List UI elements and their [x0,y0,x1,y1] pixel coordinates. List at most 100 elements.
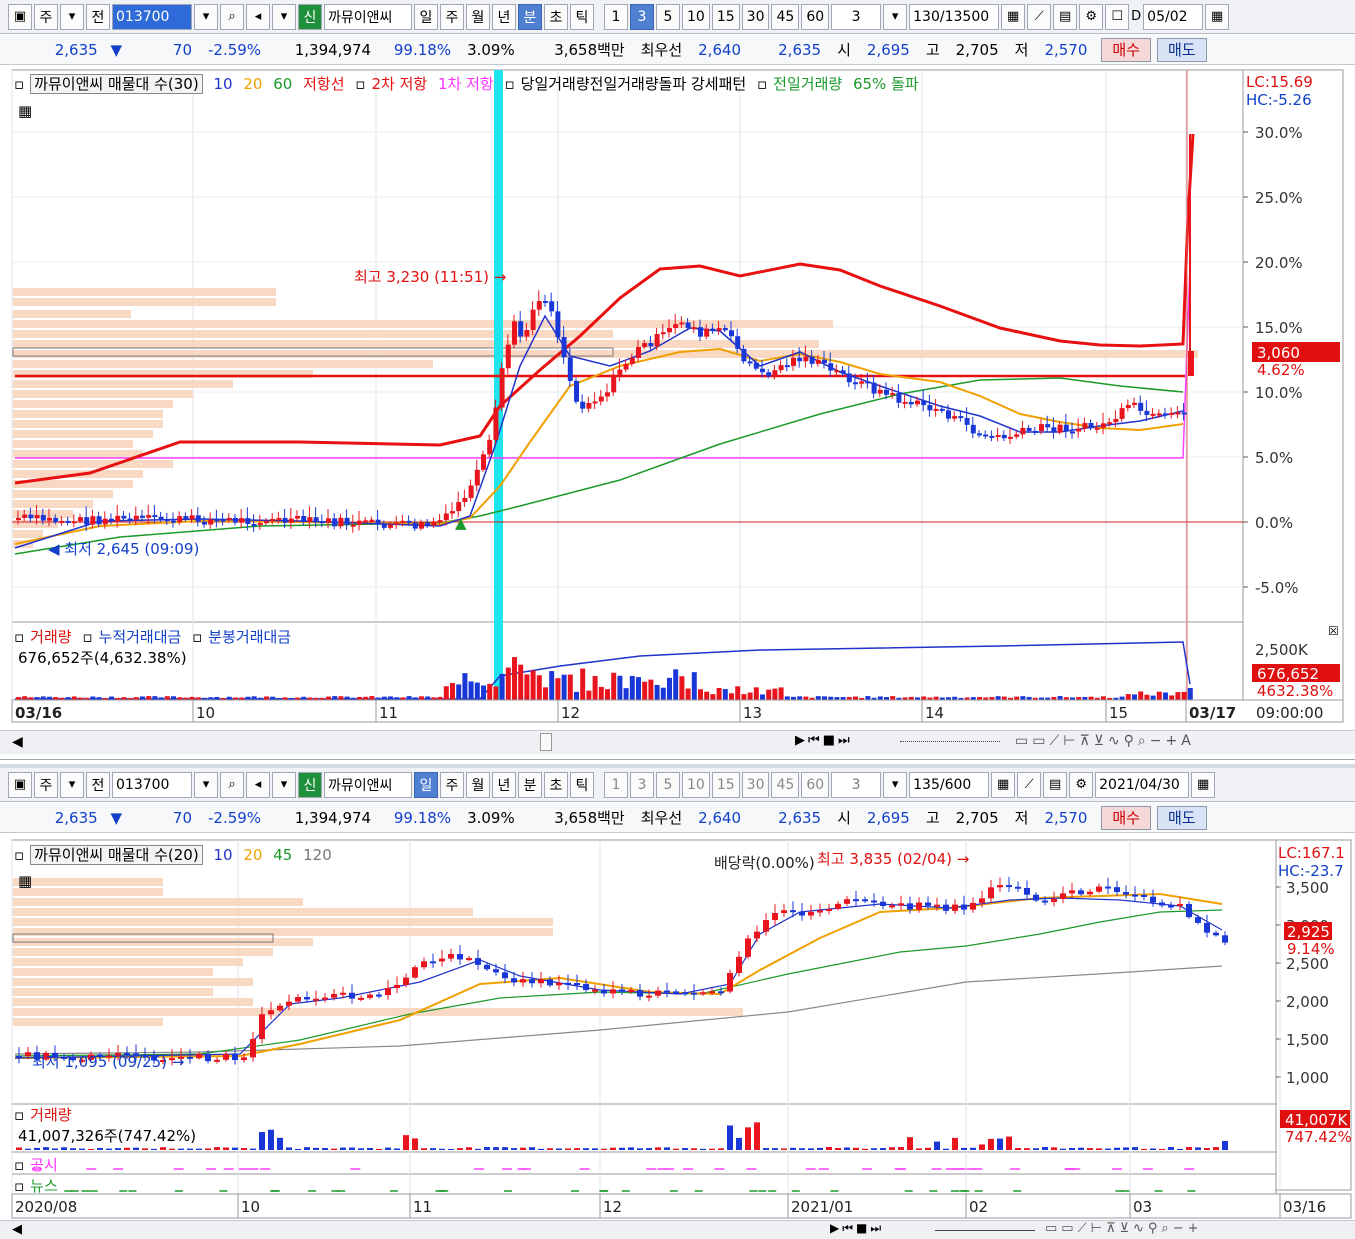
rewind-icon[interactable]: ⏮ [842,1221,853,1236]
prev-button[interactable]: 전 [86,771,110,798]
interval-button-3[interactable]: 10 [682,3,710,30]
interval-button-4[interactable]: 15 [711,771,740,798]
interval-button-1[interactable]: 3 [630,3,654,30]
play-icon[interactable]: ▶ [830,1221,839,1236]
table-icon[interactable]: ▦ [18,102,32,120]
volume-ratio: 99.18% [393,40,452,59]
candle-body-30 [286,1001,292,1006]
period-tab-1[interactable]: 주 [440,3,464,30]
interval-button-7[interactable]: 60 [801,3,830,30]
chevron-down-icon[interactable]: ▾ [272,771,296,798]
code-type-select[interactable]: 주 [34,3,58,30]
table-icon[interactable]: ▦ [18,872,32,890]
search-icon[interactable]: ⌕ [220,771,244,798]
period-tab-0[interactable]: 일 [414,771,438,798]
drawing-tools[interactable]: ▭▭⟋⊢⊼⊻∿⚲⌕−+ [1045,1221,1203,1236]
interval-button-0[interactable]: 1 [604,3,628,30]
date-input[interactable]: 2021/04/30 [1095,771,1190,798]
speaker-icon[interactable]: ◂ [246,771,270,798]
interval-button-6[interactable]: 45 [771,3,800,30]
low-label: 저 [1014,809,1029,827]
close-icon[interactable]: ☒ [1328,624,1339,638]
chevron-down-icon[interactable]: ▾ [60,3,84,30]
period-tab-2[interactable]: 월 [466,3,490,30]
interval-button-2[interactable]: 5 [656,3,680,30]
save-icon[interactable]: ▤ [1043,771,1068,798]
period-tab-4[interactable]: 분 [518,3,542,30]
calendar-icon[interactable]: ▦ [1191,771,1216,798]
gear-icon[interactable]: ⚙ [1079,3,1104,30]
chevron-down-icon[interactable]: ▾ [194,3,218,30]
interval-button-5[interactable]: 30 [741,771,770,798]
candle-body-79 [727,972,733,992]
candle-body-76 [700,992,706,995]
save-icon[interactable]: ▤ [1053,3,1078,30]
play-icon[interactable]: ▶ [795,733,805,748]
interval-button-0[interactable]: 1 [604,771,628,798]
grid-icon[interactable]: ▦ [991,771,1016,798]
grid-icon[interactable]: ▦ [1001,3,1026,30]
window-icon[interactable]: ▣ [8,3,32,30]
period-tab-4[interactable]: 분 [518,771,542,798]
period-tab-5[interactable]: 초 [544,771,568,798]
legend-title[interactable]: 까뮤이앤씨 매물대 수(20) [30,845,203,865]
period-tab-1[interactable]: 주 [440,771,464,798]
buy-button[interactable]: 매수 [1101,37,1151,62]
period-tab-6[interactable]: 틱 [570,771,594,798]
period-tab-2[interactable]: 월 [466,771,490,798]
interval-button-1[interactable]: 3 [630,771,654,798]
stock-code-input[interactable]: 013700 [112,771,192,798]
interval-button-5[interactable]: 30 [741,3,770,30]
calendar-icon[interactable]: ▦ [1205,3,1230,30]
forward-icon[interactable]: ⏭ [870,1221,881,1236]
interval-buttons: 1 3 5 10 15 30 45 60 [604,771,830,798]
prev-button[interactable]: 전 [86,3,110,30]
interval-input[interactable]: 3 [831,771,882,798]
drawing-tools[interactable]: ▭▭⟋⊢⊼⊻∿⚲⌕−+A [1015,733,1195,749]
sell-button[interactable]: 매도 [1157,37,1207,62]
candle-body-4 [40,515,46,521]
zoom-slider[interactable] [935,1230,1035,1231]
chart-tool-icon[interactable]: ⟋ [1027,3,1052,30]
buy-button[interactable]: 매수 [1101,805,1151,830]
legend-title[interactable]: 까뮤이앤씨 매물대 수(30) [30,74,203,94]
interval-button-7[interactable]: 60 [801,771,830,798]
window-icon[interactable]: ▣ [8,771,32,798]
scroll-thumb[interactable] [540,733,552,751]
volume-bar-111 [704,691,710,700]
chevron-down-icon[interactable]: ▾ [194,771,218,798]
count-input[interactable]: 135/600 [909,771,990,798]
candle-body-16 [115,515,121,522]
interval-button-3[interactable]: 10 [682,771,710,798]
period-tab-0[interactable]: 일 [414,3,438,30]
stock-code-input[interactable]: 013700 [112,3,192,30]
interval-button-2[interactable]: 5 [656,771,680,798]
period-tab-5[interactable]: 초 [544,3,568,30]
chevron-down-icon[interactable]: ▾ [60,771,84,798]
scroll-left-icon[interactable]: ◀ [12,734,23,750]
chevron-down-icon[interactable]: ▾ [883,3,908,30]
search-icon[interactable]: ⌕ [220,3,244,30]
checkbox-d[interactable]: ☐ [1105,3,1130,30]
date-input[interactable]: 05/02 [1143,3,1204,30]
interval-button-6[interactable]: 45 [771,771,800,798]
forward-icon[interactable]: ⏭ [838,733,850,748]
code-type-select[interactable]: 주 [34,771,58,798]
period-tab-6[interactable]: 틱 [570,3,594,30]
chevron-down-icon[interactable]: ▾ [883,771,908,798]
gear-icon[interactable]: ⚙ [1069,771,1094,798]
sell-button[interactable]: 매도 [1157,805,1207,830]
speaker-icon[interactable]: ◂ [246,3,270,30]
chevron-down-icon[interactable]: ▾ [272,3,296,30]
stop-icon[interactable]: ■ [823,733,835,748]
interval-input[interactable]: 3 [831,3,882,30]
interval-button-4[interactable]: 15 [711,3,740,30]
lc-label: LC:167.1 [1278,844,1345,862]
period-tab-3[interactable]: 년 [492,3,516,30]
count-input[interactable]: 130/13500 [909,3,1000,30]
period-tab-3[interactable]: 년 [492,771,516,798]
stop-icon[interactable]: ■ [856,1221,867,1236]
rewind-icon[interactable]: ⏮ [808,733,820,748]
chart-tool-icon[interactable]: ⟋ [1017,771,1042,798]
zoom-slider[interactable] [900,741,1000,742]
